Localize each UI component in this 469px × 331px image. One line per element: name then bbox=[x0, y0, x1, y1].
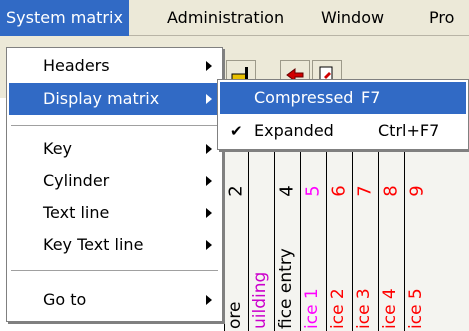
grid-column-name: ice 5 bbox=[406, 288, 426, 329]
grid-column-number: 7 bbox=[354, 185, 376, 197]
display-matrix-submenu: Compressed F7 ✔ Expanded Ctrl+F7 bbox=[217, 79, 469, 150]
grid-column-number: 6 bbox=[328, 185, 350, 197]
grid-column-number: 9 bbox=[406, 185, 428, 197]
menu-item-display-matrix[interactable]: Display matrix bbox=[9, 83, 220, 115]
grid-column-name: uilding bbox=[249, 271, 270, 329]
shortcut-label: F7 bbox=[361, 88, 381, 107]
grid-column-name: ice 1 bbox=[301, 288, 322, 329]
submenu-arrow-icon bbox=[206, 61, 212, 71]
menu-bar: System matrix Administration Window Pro bbox=[0, 0, 469, 36]
submenu-arrow-icon bbox=[206, 208, 212, 218]
grid-column-name: ice 3 bbox=[353, 288, 374, 329]
submenu-arrow-icon bbox=[206, 295, 212, 305]
menu-item-go-to[interactable]: Go to bbox=[9, 284, 220, 316]
menu-separator bbox=[11, 270, 218, 272]
grid-column-number bbox=[249, 182, 274, 200]
grid-column-name: ice 2 bbox=[327, 288, 348, 329]
checkmark-icon: ✔ bbox=[230, 122, 243, 140]
submenu-arrow-icon bbox=[206, 176, 212, 186]
grid-column-number: 5 bbox=[302, 185, 324, 197]
grid-column-number: 4 bbox=[276, 185, 298, 197]
grid-column-name: ice 4 bbox=[379, 288, 400, 329]
submenu-item-expanded[interactable]: ✔ Expanded Ctrl+F7 bbox=[220, 115, 466, 147]
shortcut-label: Ctrl+F7 bbox=[378, 121, 440, 140]
system-matrix-menu: Headers Display matrix Key Cylinder Text… bbox=[6, 47, 223, 322]
submenu-arrow-icon bbox=[206, 94, 212, 104]
grid-column-name: ore bbox=[224, 301, 245, 329]
menu-item-text-line[interactable]: Text line bbox=[9, 197, 220, 229]
menu-item-key[interactable]: Key bbox=[9, 133, 220, 165]
menu-separator bbox=[11, 125, 218, 127]
menu-item-cylinder[interactable]: Cylinder bbox=[9, 165, 220, 197]
menu-system-matrix[interactable]: System matrix bbox=[0, 0, 129, 36]
menu-item-key-text-line[interactable]: Key Text line bbox=[9, 229, 220, 261]
grid-column-name: fice entry bbox=[275, 248, 296, 329]
menu-item-headers[interactable]: Headers bbox=[9, 50, 220, 82]
menu-pro[interactable]: Pro bbox=[429, 0, 454, 36]
grid-column-number: 2 bbox=[225, 185, 247, 197]
submenu-arrow-icon bbox=[206, 240, 212, 250]
submenu-item-compressed[interactable]: Compressed F7 bbox=[220, 82, 466, 114]
menu-administration[interactable]: Administration bbox=[167, 0, 284, 36]
menu-window[interactable]: Window bbox=[321, 0, 384, 36]
submenu-arrow-icon bbox=[206, 144, 212, 154]
grid-column-number: 8 bbox=[380, 185, 402, 197]
